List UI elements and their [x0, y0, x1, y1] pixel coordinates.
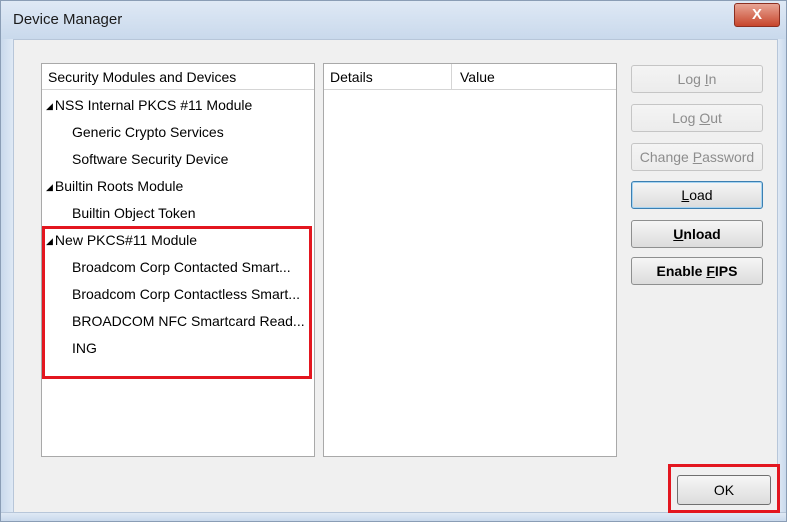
access-key: P — [692, 149, 703, 165]
tree-item-software-security-device[interactable]: Software Security Device — [72, 146, 228, 172]
button-label: Enable — [656, 263, 707, 279]
value-column-header[interactable]: Value — [452, 64, 616, 90]
tree-item-label: Generic Crypto Services — [72, 124, 224, 140]
load-button[interactable]: Load — [631, 181, 763, 209]
title-bar[interactable]: Device Manager X — [1, 1, 786, 40]
button-label: IPS — [714, 263, 738, 279]
window-frame-bottom — [1, 512, 786, 521]
button-label: Log — [677, 71, 705, 87]
log-in-button[interactable]: Log In — [631, 65, 763, 93]
unload-button[interactable]: Unload — [631, 220, 763, 248]
tree-item-label: BROADCOM NFC Smartcard Read... — [72, 313, 305, 329]
tree-item-label: Broadcom Corp Contacted Smart... — [72, 259, 291, 275]
tree-item-broadcom-contacted[interactable]: Broadcom Corp Contacted Smart... — [72, 254, 291, 280]
tree-item-label: Software Security Device — [72, 151, 229, 167]
tree-item-broadcom-nfc[interactable]: BROADCOM NFC Smartcard Read... — [72, 308, 305, 334]
change-password-button[interactable]: Change Password — [631, 143, 763, 171]
access-key: U — [673, 226, 684, 242]
button-label: nload — [683, 226, 721, 242]
tree-item-label: New PKCS#11 Module — [54, 232, 198, 248]
window-frame-left — [1, 39, 14, 521]
tree-item-ing[interactable]: ING — [72, 335, 97, 361]
tree-item-label: NSS Internal PKCS #11 Module — [54, 97, 253, 113]
access-key: F — [706, 263, 715, 279]
expander-icon[interactable]: ◢ — [46, 182, 53, 192]
close-icon: X — [751, 6, 762, 23]
tree-item-label: ING — [72, 340, 97, 356]
button-label: assword — [702, 149, 755, 165]
ok-button[interactable]: OK — [677, 475, 771, 505]
button-label: OK — [713, 482, 735, 498]
tree-item-label: Builtin Object Token — [72, 205, 196, 221]
tree-column-header[interactable]: Security Modules and Devices — [42, 64, 314, 90]
button-label: n — [708, 71, 717, 87]
tree-item-builtin-object-token[interactable]: Builtin Object Token — [72, 200, 195, 226]
details-column-header[interactable]: Details — [324, 64, 452, 90]
tree-item-builtin-roots-module[interactable]: ◢ Builtin Roots Module — [46, 173, 183, 199]
tree-item-generic-crypto-services[interactable]: Generic Crypto Services — [72, 119, 224, 145]
access-key: O — [699, 110, 711, 126]
button-label: Change — [639, 149, 693, 165]
tree-item-new-pkcs11-module[interactable]: ◢ New PKCS#11 Module — [46, 227, 197, 253]
close-button[interactable]: X — [734, 3, 780, 27]
tree-item-label: Broadcom Corp Contactless Smart... — [72, 286, 300, 302]
button-label: oad — [689, 187, 713, 203]
window-frame-right — [777, 39, 786, 521]
log-out-button[interactable]: Log Out — [631, 104, 763, 132]
security-modules-tree[interactable]: Security Modules and Devices ◢ NSS Intern… — [41, 63, 315, 457]
device-manager-window: Device Manager X Security Modules and De… — [0, 0, 787, 522]
tree-item-broadcom-contactless[interactable]: Broadcom Corp Contactless Smart... — [72, 281, 300, 307]
expander-icon[interactable]: ◢ — [46, 236, 53, 246]
details-table[interactable]: Details Value — [323, 63, 617, 457]
tree-item-nss-internal-module[interactable]: ◢ NSS Internal PKCS #11 Module — [46, 92, 252, 118]
tree-item-label: Builtin Roots Module — [54, 178, 184, 194]
button-label: ut — [710, 110, 722, 126]
button-label: Log — [672, 110, 700, 126]
window-title: Device Manager — [13, 11, 123, 28]
enable-fips-button[interactable]: Enable FIPS — [631, 257, 763, 285]
expander-icon[interactable]: ◢ — [46, 101, 53, 111]
